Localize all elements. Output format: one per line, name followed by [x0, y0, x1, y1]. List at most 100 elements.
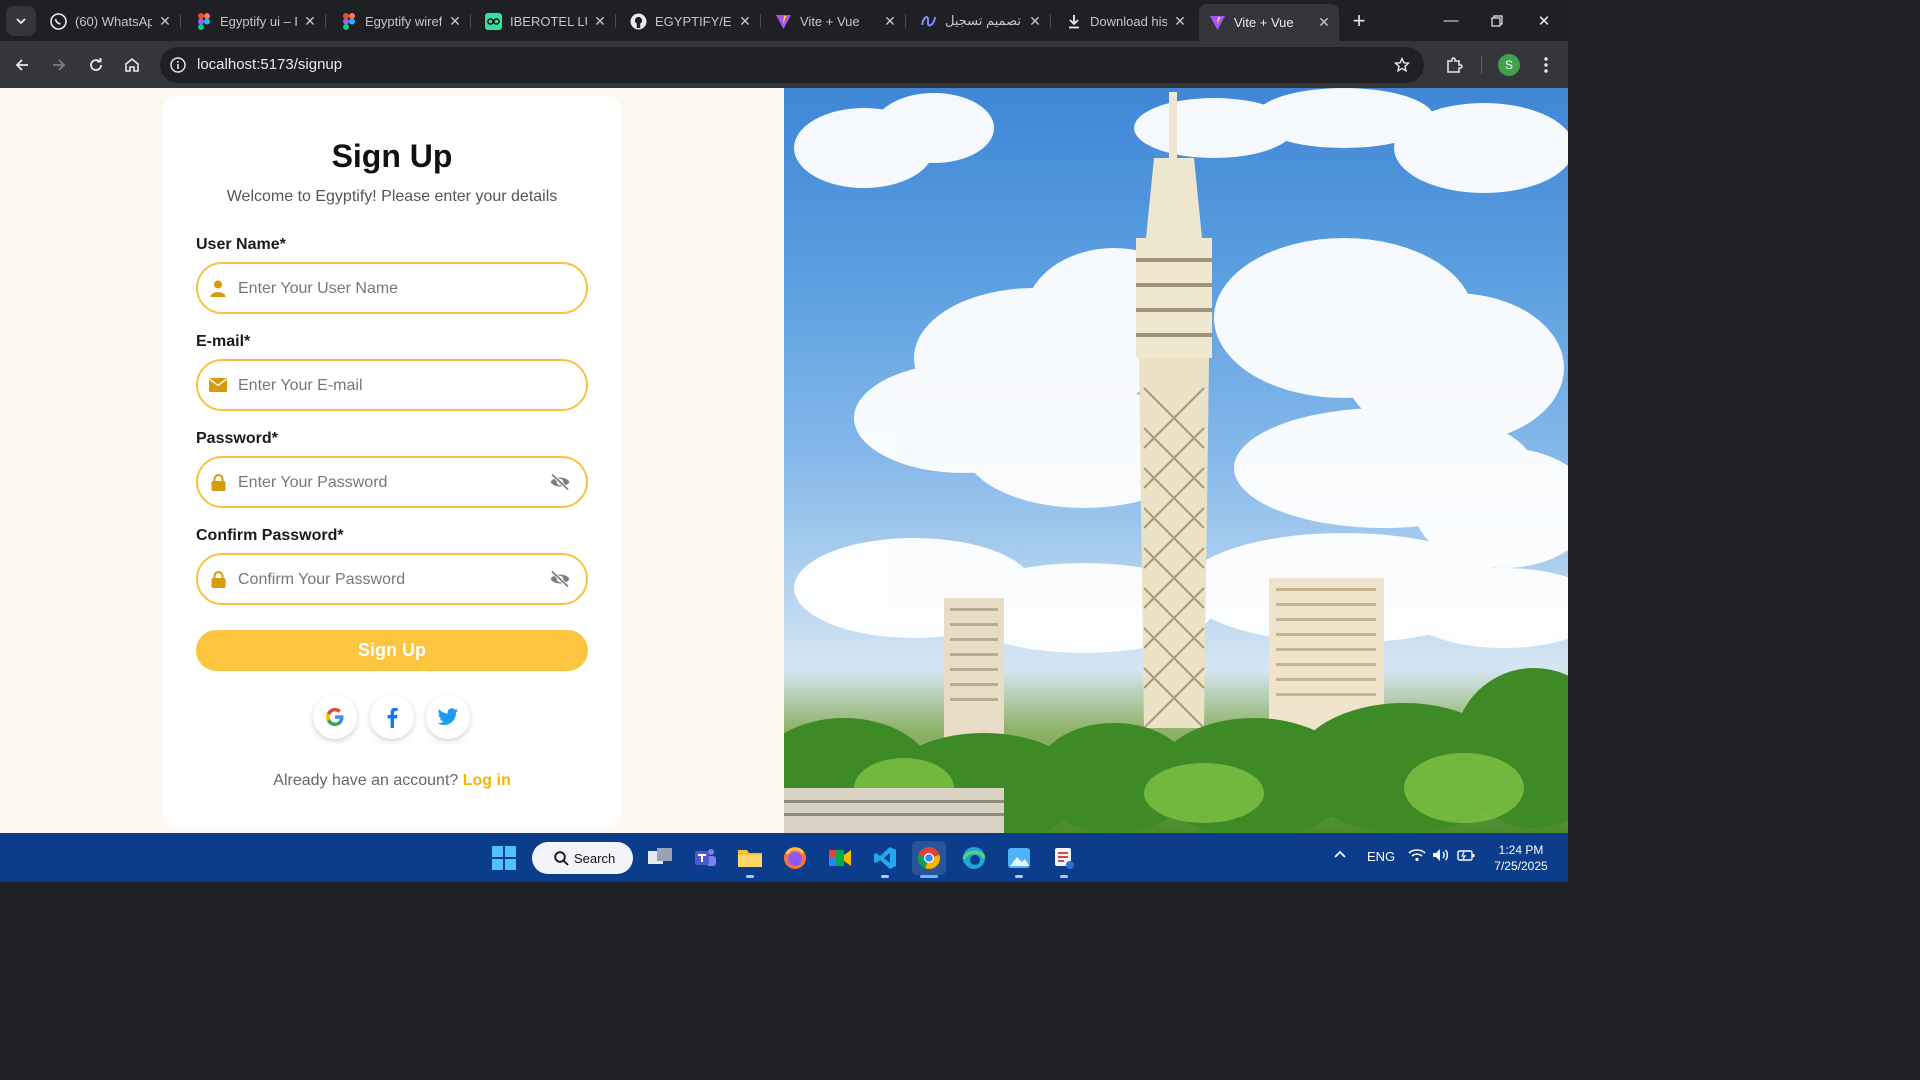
- sign-up-button[interactable]: Sign Up: [196, 630, 588, 671]
- profile-avatar[interactable]: S: [1498, 54, 1520, 76]
- tray-overflow-button[interactable]: [1333, 847, 1347, 864]
- close-icon[interactable]: ✕: [446, 12, 464, 30]
- back-button[interactable]: [8, 51, 36, 79]
- password-label: Password*: [196, 430, 278, 447]
- tab-title: تصميم تسجيل: [945, 13, 1021, 28]
- tab-iberotel[interactable]: IBEROTEL LUX ✕: [475, 6, 616, 36]
- close-icon[interactable]: ✕: [156, 12, 174, 30]
- taskbar-clock[interactable]: 1:24 PM 7/25/2025: [1488, 842, 1554, 874]
- tab-github[interactable]: EGYPTIFY/Egy ✕: [620, 6, 761, 36]
- chrome-app[interactable]: [912, 841, 946, 878]
- restore-button[interactable]: [1474, 0, 1520, 41]
- meet-app[interactable]: [823, 841, 857, 875]
- forward-button[interactable]: [45, 51, 73, 79]
- taskbar-search[interactable]: Search: [532, 842, 633, 874]
- tab-vite-active[interactable]: Vite + Vue ✕: [1199, 4, 1339, 41]
- start-button[interactable]: [487, 841, 521, 875]
- battery-icon[interactable]: [1457, 848, 1475, 865]
- close-icon[interactable]: ✕: [881, 12, 899, 30]
- eye-slash-icon[interactable]: [548, 568, 572, 590]
- tab-vite-1[interactable]: Vite + Vue ✕: [765, 6, 906, 36]
- tab-search-button[interactable]: [6, 6, 36, 36]
- taskbar-search-label: Search: [574, 850, 616, 866]
- username-field[interactable]: [196, 262, 588, 314]
- close-icon[interactable]: ✕: [1171, 12, 1189, 30]
- minimize-button[interactable]: —: [1428, 0, 1474, 41]
- site-info-icon[interactable]: [168, 55, 188, 75]
- figma-icon: [340, 12, 357, 30]
- lock-icon: [208, 472, 228, 492]
- google-button[interactable]: [313, 695, 357, 739]
- wifi-icon[interactable]: [1408, 848, 1426, 865]
- firefox-app[interactable]: [778, 841, 812, 875]
- email-field[interactable]: [196, 359, 588, 411]
- tab-design[interactable]: تصميم تسجيل ✕: [910, 6, 1051, 36]
- vite-icon: [775, 13, 792, 30]
- download-icon: [1065, 13, 1082, 30]
- volume-icon[interactable]: [1432, 848, 1450, 865]
- tab-title: Download his: [1090, 13, 1167, 29]
- running-indicator: [1060, 875, 1068, 878]
- cairo-tower-photo: [784, 88, 1568, 833]
- teams-icon: [695, 849, 716, 866]
- tab-whatsapp[interactable]: (60) WhatsAp ✕: [40, 6, 181, 36]
- vscode-app[interactable]: [868, 841, 902, 878]
- user-icon: [208, 278, 228, 298]
- restore-icon: [1491, 14, 1503, 27]
- tab-title: Vite + Vue: [1234, 15, 1294, 30]
- video-meeting-icon: [829, 850, 851, 866]
- puzzle-icon: [1447, 57, 1463, 73]
- tab-figma-wireframe[interactable]: Egyptify wiref ✕: [330, 6, 471, 36]
- photos-app[interactable]: [1002, 841, 1036, 878]
- arrow-right-icon: [53, 59, 66, 71]
- page-subtitle: Welcome to Egyptify! Please enter your d…: [226, 188, 558, 205]
- close-icon[interactable]: ✕: [591, 12, 609, 30]
- facebook-button[interactable]: [370, 695, 414, 739]
- confirm-password-input[interactable]: [238, 567, 538, 593]
- close-icon[interactable]: ✕: [1026, 12, 1044, 30]
- username-label: User Name*: [196, 236, 286, 253]
- close-window-button[interactable]: ✕: [1521, 0, 1567, 41]
- tab-figma-ui[interactable]: Egyptify ui – F ✕: [185, 6, 326, 36]
- password-field[interactable]: [196, 456, 588, 508]
- edge-app[interactable]: [957, 841, 991, 875]
- home-button[interactable]: [118, 51, 146, 79]
- email-input[interactable]: [238, 373, 538, 399]
- tab-title: IBEROTEL LUX: [510, 13, 587, 29]
- home-icon: [125, 57, 139, 72]
- tab-title: EGYPTIFY/Egy: [655, 13, 732, 29]
- firefox-icon: [784, 847, 806, 869]
- tab-download[interactable]: Download his ✕: [1055, 6, 1195, 36]
- new-tab-button[interactable]: +: [1346, 8, 1372, 34]
- edge-icon: [962, 847, 986, 869]
- url-text[interactable]: localhost:5173/signup: [197, 56, 342, 73]
- snipping-tool-app[interactable]: [1047, 841, 1081, 878]
- close-icon[interactable]: ✕: [301, 12, 319, 30]
- address-bar[interactable]: localhost:5173/signup: [160, 47, 1424, 83]
- close-icon[interactable]: ✕: [1315, 14, 1333, 32]
- tab-strip: (60) WhatsAp ✕ Egyptify ui – F ✕ Egyptif…: [0, 0, 1568, 41]
- twitter-button[interactable]: [426, 695, 470, 739]
- search-icon: [554, 851, 569, 866]
- figma-icon: [195, 12, 212, 30]
- file-explorer-app[interactable]: [733, 841, 767, 878]
- login-link[interactable]: Log in: [463, 772, 511, 789]
- reload-button[interactable]: [82, 51, 110, 79]
- login-prompt-text: Already have an account?: [273, 772, 459, 789]
- task-view-button[interactable]: [643, 841, 677, 875]
- password-input[interactable]: [238, 470, 538, 496]
- extensions-button[interactable]: [1442, 53, 1466, 77]
- confirm-password-field[interactable]: [196, 553, 588, 605]
- browser-menu-button[interactable]: [1534, 53, 1558, 77]
- close-icon[interactable]: ✕: [736, 12, 754, 30]
- language-indicator[interactable]: ENG: [1367, 849, 1395, 864]
- toolbar-divider: [1481, 56, 1482, 74]
- google-icon: [326, 708, 344, 726]
- tab-title: Vite + Vue: [800, 13, 860, 29]
- hero-image: [784, 88, 1568, 833]
- bookmark-star-icon[interactable]: [1392, 55, 1412, 75]
- reload-icon: [90, 58, 102, 71]
- eye-slash-icon[interactable]: [548, 471, 572, 493]
- teams-app[interactable]: [688, 841, 722, 875]
- username-input[interactable]: [238, 276, 538, 302]
